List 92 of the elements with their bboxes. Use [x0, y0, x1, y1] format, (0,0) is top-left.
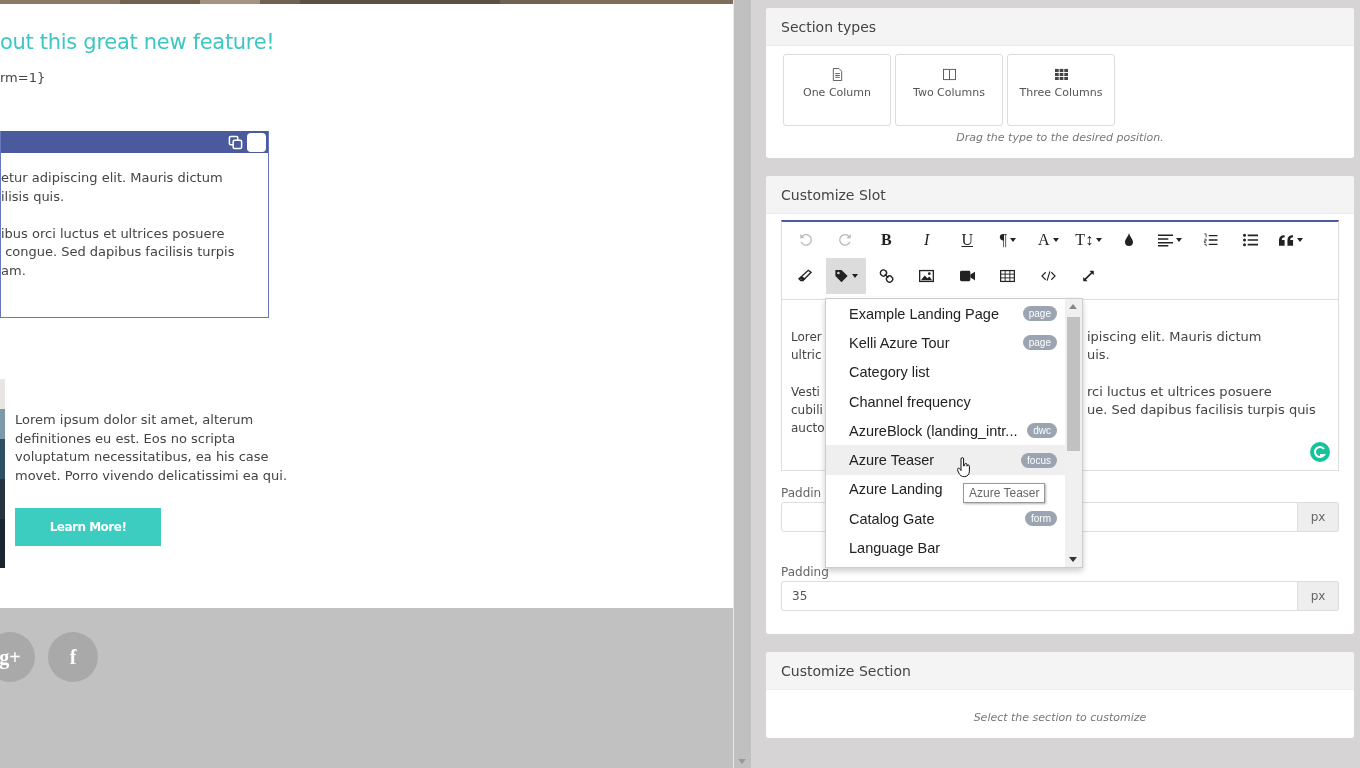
tag-icon — [833, 269, 849, 283]
item-label: Channel frequency — [849, 393, 971, 410]
field-label: Paddin — [781, 486, 823, 500]
type-badge: page — [1022, 306, 1057, 322]
caret-icon — [1096, 238, 1103, 242]
panel-title: Customize Section — [781, 662, 911, 679]
feature-heading: out this great new feature! — [0, 29, 276, 55]
slot-handle[interactable] — [247, 132, 266, 152]
scrollbar[interactable] — [1065, 299, 1082, 567]
panel-title: Customize Slot — [781, 186, 886, 203]
caret-icon — [1009, 238, 1016, 242]
scroll-down-arrow-icon[interactable] — [1069, 557, 1077, 562]
item-label: Catalog Gate — [849, 510, 935, 527]
scroll-up-arrow-icon[interactable] — [1069, 304, 1077, 309]
slot-text-line: ilisis quis. — [1, 187, 66, 206]
type-badge: focus — [1021, 452, 1057, 468]
toolbar-button[interactable]: B — [866, 222, 907, 258]
hint-text: Drag the type to the desired position. — [955, 131, 1165, 144]
type-badge: page — [1022, 335, 1057, 351]
section-type-button[interactable]: Three Columns — [1007, 54, 1115, 126]
slot-text-line: congue. Sed dapibus facilisis turpis — [4, 243, 236, 261]
expand-icon — [1081, 269, 1097, 283]
toolbar-button[interactable]: I — [906, 222, 947, 258]
grid-icon — [1054, 68, 1068, 81]
bullet-list-icon — [1243, 233, 1259, 247]
dropdown-item[interactable]: Language Bar — [826, 533, 949, 563]
toolbar-button[interactable] — [825, 258, 866, 294]
slot-text-line: etur adipiscing elit. Mauris dictum — [1, 169, 224, 187]
grammar-checker-icon[interactable] — [1310, 442, 1330, 462]
undo-icon — [797, 233, 813, 247]
item-label: Language Bar — [849, 540, 941, 556]
copy-icon[interactable] — [228, 134, 243, 150]
redo-icon — [838, 233, 854, 247]
code-icon — [1040, 269, 1056, 283]
toolbar-button[interactable]: U — [947, 222, 988, 258]
editor-text-line: Vesti — [791, 383, 821, 401]
unit-addon: px — [1298, 502, 1339, 532]
dropdown-item[interactable]: Catalog Gate form — [826, 504, 1065, 534]
eraser-icon — [797, 269, 813, 283]
editor-text-line: Lorer — [791, 329, 823, 346]
toolbar-button[interactable]: A — [1028, 222, 1069, 258]
toolbar-button[interactable]: ¶ — [987, 222, 1028, 258]
slot-text-line: am. — [1, 261, 27, 280]
hint-text: Select the section to customize — [972, 711, 1148, 724]
section-type-button[interactable]: One Column — [783, 54, 891, 126]
align-left-icon — [1157, 233, 1173, 247]
hand-cursor-icon — [957, 457, 971, 478]
editor-text-line: rci luctus et ultrices posuere — [1087, 382, 1273, 401]
type-badge: dwc — [1027, 423, 1057, 439]
token-text: rm=1} — [0, 69, 47, 87]
item-label: Kelli Azure Tour — [849, 334, 950, 351]
item-label: Azure Landing — [849, 481, 943, 498]
document-icon — [830, 68, 844, 81]
image-icon — [919, 269, 935, 283]
item-label: Example Landing Page — [849, 305, 999, 322]
feature-paragraph: Lorem ipsum dolor sit amet, alterum definitiones eu est. Eos no scripta voluptatum necessitatibus, ea his case movet. Porro vivendo delicatissimi ea qui. — [15, 411, 289, 485]
editor-text-line: ue. Sed dapibus facilisis turpis quis — [1087, 401, 1316, 420]
item-label: AzureBlock (landing_intr... — [849, 422, 1018, 439]
dropdown-item[interactable]: Channel frequency — [826, 386, 979, 417]
link-icon — [878, 269, 894, 283]
item-label: Azure Teaser — [849, 452, 935, 469]
caret-icon — [1297, 238, 1304, 242]
type-badge: form — [1025, 511, 1057, 527]
dropdown-item[interactable]: Kelli Azure Tour page — [826, 328, 1065, 358]
toolbar-button[interactable]: T↕ — [1068, 222, 1109, 258]
columns-icon — [942, 68, 956, 81]
unit-addon: px — [1298, 581, 1339, 611]
editor-text-line: aucto — [791, 420, 825, 438]
numbered-list-icon — [1202, 233, 1218, 247]
dropdown-item[interactable]: Azure Teaser focus — [826, 445, 1065, 475]
quote-icon — [1279, 233, 1295, 247]
dropdown-item[interactable]: Example Landing Page page — [826, 299, 1065, 329]
caret-icon — [851, 274, 858, 278]
video-camera-icon — [959, 269, 975, 283]
slot-text-line: ibus orci luctus et ultrices posuere — [1, 224, 226, 243]
item-label: Category list — [849, 364, 930, 381]
editor-text-line: uis. — [1087, 346, 1111, 365]
caret-icon — [1175, 238, 1182, 242]
dropdown-item[interactable]: Category list — [826, 357, 938, 387]
panel-title: Section types — [781, 18, 877, 35]
droplet-icon — [1124, 233, 1135, 247]
editor-text-line: ipiscing elit. Mauris dictum — [1087, 328, 1263, 346]
tooltip: Azure Teaser — [963, 483, 1046, 503]
table-icon — [1000, 269, 1016, 283]
caret-icon — [1052, 238, 1059, 242]
section-type-button[interactable]: Two Columns — [895, 54, 1003, 126]
dropdown-item[interactable]: AzureBlock (landing_intr... dwc — [826, 416, 1065, 446]
editor-text-line: cubili — [791, 402, 824, 420]
editor-text-line: ultric — [791, 347, 823, 365]
padding-bottom-field[interactable]: 35 — [781, 581, 1298, 611]
field-label: Padding — [781, 566, 829, 579]
dropdown-item[interactable]: Azure Landing — [826, 474, 951, 505]
